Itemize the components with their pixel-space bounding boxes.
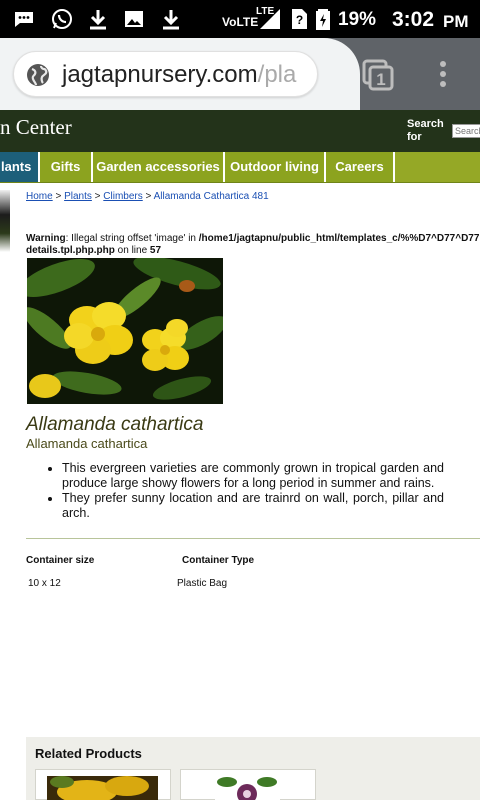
- description-bullet: This evergreen varieties are commonly gr…: [62, 461, 444, 491]
- breadcrumb-climbers[interactable]: Climbers: [103, 191, 142, 202]
- product-photo: [27, 258, 223, 404]
- download-icon: [163, 10, 179, 30]
- nav-underline: [0, 182, 480, 183]
- description-bullet: They prefer sunny location and are train…: [62, 491, 444, 521]
- product-subtitle: Allamanda cathartica: [26, 436, 148, 451]
- related-product-image[interactable]: [47, 776, 158, 800]
- tab-count: 1: [376, 70, 385, 89]
- search-label: Search for: [407, 118, 444, 143]
- globe-icon[interactable]: [26, 63, 50, 87]
- divider: [26, 538, 480, 539]
- breadcrumb-home[interactable]: Home: [26, 191, 53, 202]
- nav-item-plants[interactable]: lants: [0, 152, 40, 182]
- clock-ampm: PM: [443, 12, 469, 31]
- tabs-icon[interactable]: 1: [362, 59, 394, 91]
- nav-item-gifts[interactable]: Gifts: [40, 152, 93, 182]
- php-warning: Warning: Illegal string offset 'image' i…: [26, 233, 480, 256]
- address-bar[interactable]: jagtapnursery.com/pla: [13, 51, 318, 97]
- site-title[interactable]: n Center: [0, 115, 72, 140]
- download-icon: [90, 10, 106, 30]
- breadcrumb-current: Allamanda Cathartica 481: [153, 191, 269, 202]
- nav-item-outdoor-living[interactable]: Outdoor living: [225, 152, 326, 182]
- whatsapp-icon: [52, 9, 72, 29]
- network-label: VoLTE: [222, 15, 259, 29]
- status-bar: VoLTE LTE ? 19% 3:02 PM: [0, 0, 480, 38]
- breadcrumb-plants[interactable]: Plants: [64, 191, 92, 202]
- container-type-label: Container Type: [182, 555, 255, 566]
- battery-percent: 19%: [338, 9, 377, 30]
- container-size-value: 10 x 12: [28, 578, 61, 589]
- related-products-title: Related Products: [35, 746, 142, 761]
- breadcrumb: Home > Plants > Climbers > Allamanda Cat…: [26, 191, 269, 202]
- related-product-image[interactable]: [215, 776, 280, 800]
- image-icon: [125, 11, 143, 27]
- container-type-value: Plastic Bag: [177, 578, 228, 589]
- url-text[interactable]: jagtapnursery.com/pla: [62, 61, 296, 89]
- overflow-menu-icon[interactable]: [436, 58, 450, 90]
- signal-icon: [260, 9, 280, 29]
- container-size-label: Container size: [26, 555, 95, 566]
- nav-item-careers[interactable]: Careers: [326, 152, 395, 182]
- battery-icon: [316, 9, 330, 30]
- nav-item-garden-accessories[interactable]: Garden accessories: [93, 152, 225, 182]
- side-thumbnail[interactable]: [0, 190, 10, 252]
- svg-text:?: ?: [296, 13, 303, 27]
- message-icon: [15, 12, 33, 27]
- clock-time: 3:02: [392, 8, 435, 31]
- sim-unknown-icon: ?: [292, 9, 307, 29]
- product-description: This evergreen varieties are commonly gr…: [50, 461, 444, 521]
- search-input[interactable]: Search: [452, 124, 480, 138]
- product-title: Allamanda cathartica: [26, 414, 204, 435]
